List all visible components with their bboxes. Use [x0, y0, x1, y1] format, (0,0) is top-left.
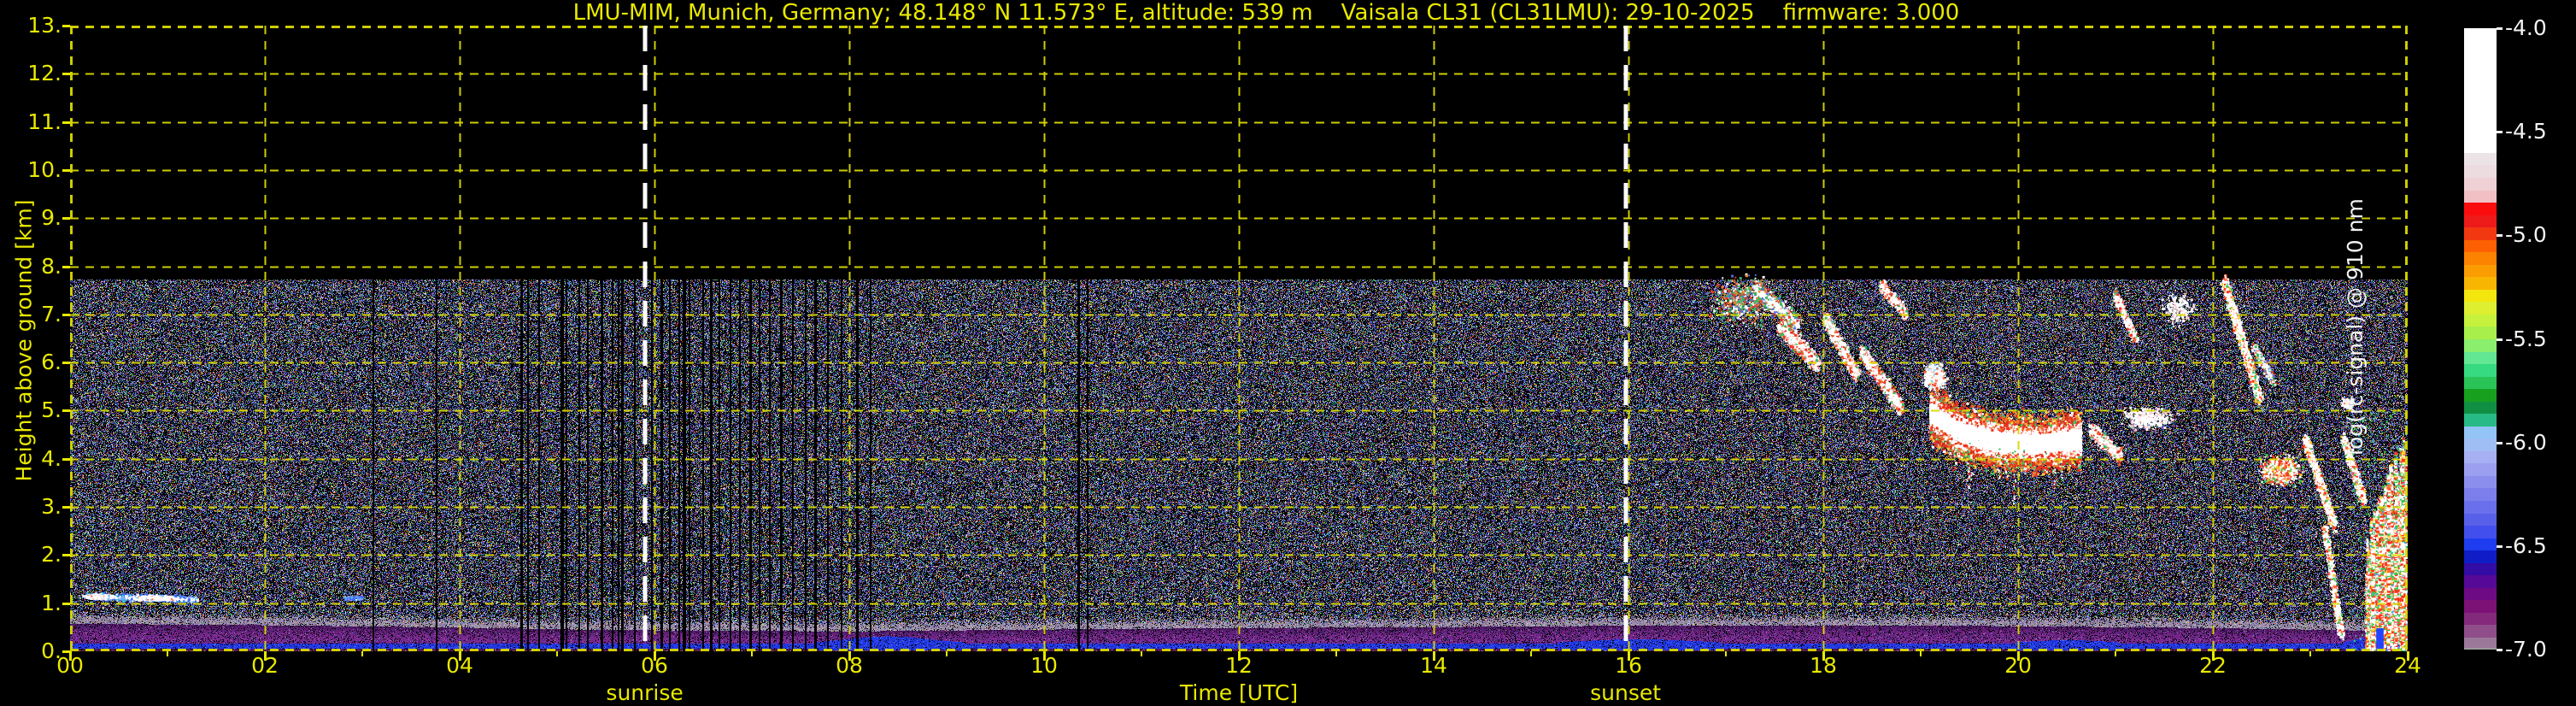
y-tick-label: 4.: [0, 448, 62, 470]
colorbar-tick-label: -5.0: [2505, 224, 2547, 246]
x-minor-tick-mark: [946, 651, 948, 656]
x-tick-mark: [69, 651, 72, 661]
x-tick-mark: [1822, 651, 1825, 661]
y-tick-label: 7.: [0, 303, 62, 326]
colorbar-label: log(rc-signal) @ 910 nm: [2343, 433, 2576, 456]
colorbar-tick-mark: [2497, 234, 2503, 237]
x-tick-mark: [1433, 651, 1435, 661]
page-title: LMU-MIM, Munich, Germany; 48.148° N 11.5…: [70, 0, 2462, 26]
y-tick-label: 6.: [0, 351, 62, 374]
y-tick-label: 1.: [0, 592, 62, 615]
x-tick-mark: [1628, 651, 1630, 661]
y-tick-mark: [62, 266, 70, 268]
colorbar-tick-label: -7.0: [2505, 638, 2547, 661]
x-tick-mark: [1238, 651, 1241, 661]
y-tick-mark: [62, 314, 70, 316]
x-tick-mark: [1043, 651, 1046, 661]
x-tick-mark: [654, 651, 656, 661]
x-tick-mark: [2407, 651, 2409, 661]
y-tick-label: 13.: [0, 15, 62, 37]
y-tick-mark: [62, 506, 70, 509]
colorbar-tick-label: -4.0: [2505, 17, 2547, 39]
y-tick-mark: [62, 25, 70, 27]
y-tick-mark: [62, 603, 70, 605]
colorbar-tick-mark: [2497, 649, 2503, 651]
y-tick-mark: [62, 458, 70, 461]
y-tick-label: 2.: [0, 544, 62, 566]
y-tick-label: 8.: [0, 256, 62, 278]
x-minor-tick-mark: [1920, 651, 1922, 656]
x-minor-tick-mark: [556, 651, 558, 656]
y-tick-label: 3.: [0, 496, 62, 518]
y-tick-label: 12.: [0, 62, 62, 85]
colorbar-tick-mark: [2497, 545, 2503, 548]
x-minor-tick-mark: [1725, 651, 1727, 656]
ceilometer-quicklook-figure: LMU-MIM, Munich, Germany; 48.148° N 11.5…: [0, 0, 2576, 706]
y-tick-mark: [62, 409, 70, 412]
sunset-annotation: sunset: [1590, 680, 1661, 705]
x-minor-tick-mark: [1141, 651, 1142, 656]
x-minor-tick-mark: [2309, 651, 2311, 656]
x-minor-tick-mark: [361, 651, 363, 656]
colorbar-tick-mark: [2497, 338, 2503, 341]
x-minor-tick-mark: [2115, 651, 2116, 656]
colorbar-tick-label: -5.5: [2505, 328, 2547, 350]
ceilometer-heatmap-canvas: [70, 26, 2408, 651]
x-tick-mark: [2017, 651, 2020, 661]
colorbar-tick-label: -4.5: [2505, 121, 2547, 143]
colorbar-tick-label: -6.5: [2505, 535, 2547, 557]
x-tick-mark: [2212, 651, 2215, 661]
x-tick-mark: [848, 651, 851, 661]
y-tick-label: 9.: [0, 207, 62, 229]
y-tick-label: 5.: [0, 399, 62, 421]
x-minor-tick-mark: [751, 651, 753, 656]
y-tick-mark: [62, 217, 70, 220]
x-tick-mark: [264, 651, 267, 661]
y-tick-mark: [62, 362, 70, 364]
y-tick-mark: [62, 73, 70, 75]
colorbar-canvas: [2464, 28, 2497, 650]
x-minor-tick-mark: [167, 651, 168, 656]
y-tick-mark: [62, 121, 70, 124]
x-axis-label: Time [UTC]: [1180, 680, 1298, 705]
colorbar-tick-mark: [2497, 131, 2503, 133]
y-axis-label: Height above ground [km]: [12, 136, 37, 546]
x-minor-tick-mark: [1335, 651, 1337, 656]
y-tick-mark: [62, 554, 70, 556]
y-tick-label: 10.: [0, 159, 62, 181]
x-tick-mark: [459, 651, 461, 661]
x-minor-tick-mark: [1530, 651, 1532, 656]
y-tick-mark: [62, 169, 70, 172]
y-tick-label: 11.: [0, 111, 62, 133]
colorbar-tick-mark: [2497, 27, 2503, 30]
sunrise-annotation: sunrise: [606, 680, 683, 705]
